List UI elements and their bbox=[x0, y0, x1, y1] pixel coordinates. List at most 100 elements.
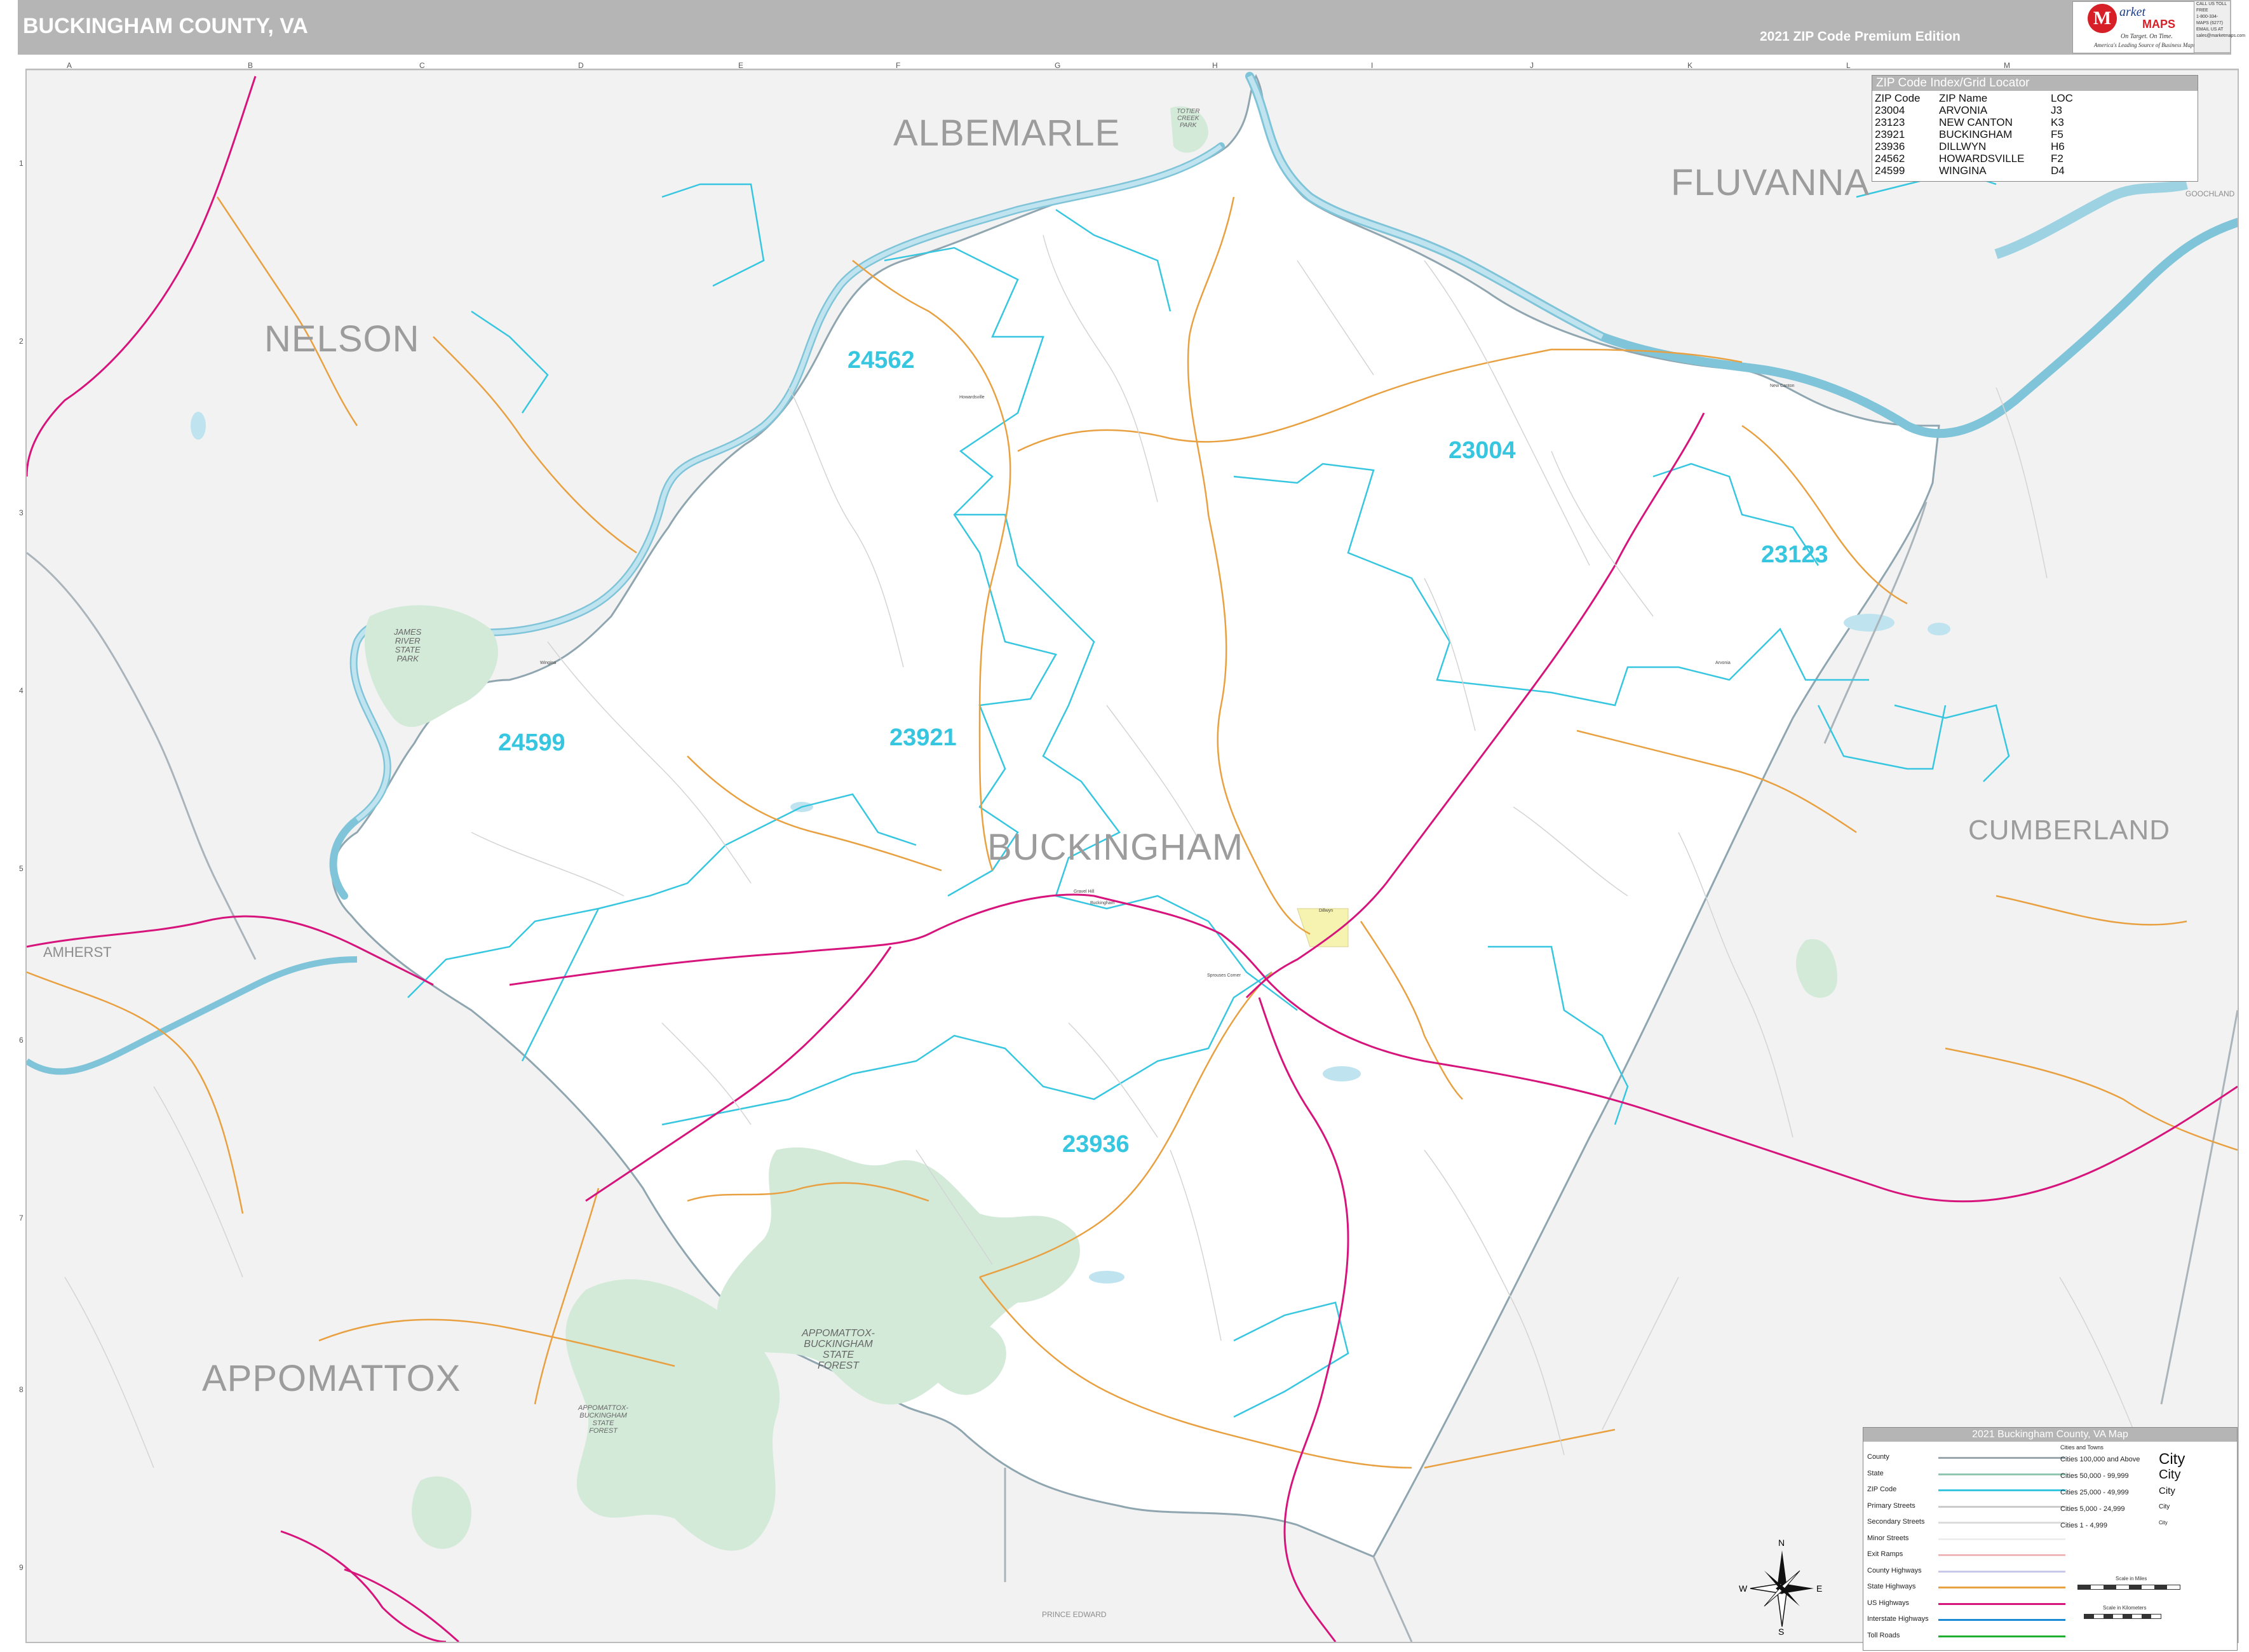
lake-1 bbox=[1844, 614, 1894, 632]
legend-city-sample: City bbox=[2159, 1451, 2185, 1468]
legend-title: 2021 Buckingham County, VA Map bbox=[1863, 1428, 2237, 1442]
legend-item-label: County Highways bbox=[1867, 1566, 1922, 1574]
zip-index-panel: ZIP Code Index/Grid Locator ZIP Code ZIP… bbox=[1872, 75, 2198, 182]
zip-label-23004[interactable]: 23004 bbox=[1449, 437, 1516, 464]
place-arvonia: Arvonia bbox=[1715, 661, 1731, 665]
zip-label-23936[interactable]: 23936 bbox=[1062, 1131, 1130, 1158]
legend-item-swatch bbox=[1938, 1489, 2065, 1491]
zip-index-title: ZIP Code Index/Grid Locator bbox=[1872, 76, 2198, 91]
legend-item-swatch bbox=[1938, 1635, 2065, 1637]
legend-city-sample: City bbox=[2159, 1520, 2168, 1526]
legend-city-size-label: Cities 25,000 - 49,999 bbox=[2060, 1489, 2129, 1496]
river-fluvanna bbox=[1994, 179, 2188, 259]
legend-city-size-label: Cities 100,000 and Above bbox=[2060, 1456, 2140, 1463]
compass-rose: N S E W bbox=[1738, 1538, 1827, 1639]
header-bar bbox=[18, 0, 2231, 55]
logo-word: arket bbox=[2119, 5, 2146, 19]
scale-miles-label: Scale in Miles bbox=[2116, 1576, 2147, 1581]
grid-col-a: A bbox=[67, 61, 72, 70]
logo-tagline: On Target. On Time. bbox=[2121, 33, 2173, 40]
border-cumberland-east bbox=[2160, 1010, 2238, 1405]
table-row[interactable]: 24562 HOWARDSVILLE F2 bbox=[1875, 152, 2077, 165]
legend-item-swatch bbox=[1938, 1587, 2065, 1588]
table-cell: HOWARDSVILLE bbox=[1939, 152, 2025, 165]
grid-col-j: J bbox=[1530, 61, 1534, 70]
zip-label-24599[interactable]: 24599 bbox=[498, 729, 565, 757]
table-cell: F5 bbox=[2051, 128, 2063, 140]
park-label-appomattox-forest-2: APPOMATTOX- BUCKINGHAM STATE FOREST bbox=[578, 1404, 629, 1435]
lake-4 bbox=[1089, 1271, 1124, 1283]
table-cell: ARVONIA bbox=[1939, 104, 1988, 116]
grid-col-l: L bbox=[1846, 61, 1851, 70]
legend-item-label: Interstate Highways bbox=[1867, 1615, 1929, 1623]
legend-city-sample: City bbox=[2159, 1486, 2175, 1496]
grid-col-e: E bbox=[738, 61, 744, 70]
legend-item-label: Secondary Streets bbox=[1867, 1518, 1925, 1526]
table-cell: BUCKINGHAM bbox=[1939, 128, 2013, 140]
county-label-goochland: GOOCHLAND bbox=[2185, 189, 2235, 198]
legend-item-swatch bbox=[1938, 1602, 2065, 1605]
compass-e: E bbox=[1816, 1583, 1823, 1594]
zip-index-table: ZIP Code ZIP Name LOC 23004 ARVONIA J3 2… bbox=[1875, 92, 2077, 177]
table-cell: K3 bbox=[2051, 116, 2064, 128]
lake-3 bbox=[1323, 1066, 1361, 1081]
county-label-amherst: AMHERST bbox=[43, 944, 112, 960]
contact-line: EMAIL US AT bbox=[2196, 27, 2224, 32]
county-label-buckingham: BUCKINGHAM bbox=[987, 827, 1244, 868]
legend-item-label: Toll Roads bbox=[1867, 1631, 1900, 1639]
grid-row-4: 4 bbox=[19, 686, 24, 695]
park-small-2 bbox=[1796, 939, 1837, 998]
compass-w: W bbox=[1739, 1583, 1748, 1594]
legend-item-label: US Highways bbox=[1867, 1599, 1910, 1607]
legend-item-swatch bbox=[1938, 1457, 2065, 1459]
contact-line: sales@marketmaps.com bbox=[2196, 34, 2246, 38]
logo-icon: M bbox=[2088, 4, 2117, 33]
table-row[interactable]: 24599 WINGINA D4 bbox=[1875, 165, 2077, 177]
park-label-appomattox-forest: APPOMATTOX- BUCKINGHAM STATE FOREST bbox=[802, 1328, 875, 1371]
scale-km-label: Scale in Kilometers bbox=[2103, 1605, 2147, 1611]
scale-bar: Scale in Miles Scale in Kilometers bbox=[2071, 1576, 2198, 1633]
legend-item-label: State Highways bbox=[1867, 1583, 1916, 1590]
compass-icon bbox=[1750, 1550, 1814, 1627]
table-row[interactable]: 23004 ARVONIA J3 bbox=[1875, 104, 2077, 116]
table-cell: NEW CANTON bbox=[1939, 116, 2013, 128]
place-dillwyn: Dillwyn bbox=[1319, 909, 1334, 913]
zip-label-23921[interactable]: 23921 bbox=[889, 724, 957, 752]
legend-item-swatch bbox=[1938, 1522, 2065, 1524]
grid-row-6: 6 bbox=[19, 1036, 24, 1045]
county-label-cumberland: CUMBERLAND bbox=[1968, 815, 2171, 846]
table-cell: 23936 bbox=[1875, 140, 1905, 152]
place-howardsville: Howardsville bbox=[959, 395, 985, 400]
compass-s: S bbox=[1778, 1627, 1785, 1637]
compass-n: N bbox=[1778, 1538, 1785, 1548]
legend-city-sample: City bbox=[2159, 1503, 2170, 1510]
legend-item-label: Exit Ramps bbox=[1867, 1550, 1903, 1558]
column-header: ZIP Name bbox=[1939, 92, 1988, 104]
table-row[interactable]: 23921 BUCKINGHAM F5 bbox=[1875, 128, 2077, 140]
legend-item-label: County bbox=[1867, 1453, 1889, 1461]
table-cell: D4 bbox=[2051, 165, 2065, 177]
edition-label: 2021 ZIP Code Premium Edition bbox=[1760, 29, 1961, 44]
logo-tagline-2: America's Leading Source of Business Map… bbox=[2094, 42, 2196, 48]
table-row[interactable]: 23936 DILLWYN H6 bbox=[1875, 140, 2077, 152]
border-nelson-amherst bbox=[27, 552, 257, 960]
lake-5 bbox=[191, 412, 206, 440]
table-row[interactable]: 23123 NEW CANTON K3 bbox=[1875, 116, 2077, 128]
place-wingina: Wingina bbox=[540, 661, 557, 665]
legend-item-swatch bbox=[1938, 1554, 2065, 1556]
county-label-albemarle: ALBEMARLE bbox=[893, 112, 1121, 154]
column-header: ZIP Code bbox=[1875, 92, 1921, 104]
grid-row-7: 7 bbox=[19, 1214, 24, 1222]
table-cell: H6 bbox=[2051, 140, 2065, 152]
map-title: BUCKINGHAM COUNTY, VA bbox=[23, 14, 308, 38]
table-cell: F2 bbox=[2051, 152, 2063, 165]
legend-city-size-label: Cities 50,000 - 99,999 bbox=[2060, 1472, 2129, 1480]
grid-row-9: 9 bbox=[19, 1563, 24, 1572]
grid-row-5: 5 bbox=[19, 864, 24, 873]
zip-label-23123[interactable]: 23123 bbox=[1761, 541, 1828, 569]
table-cell: J3 bbox=[2051, 104, 2062, 116]
column-header: LOC bbox=[2051, 92, 2073, 104]
zip-label-24562[interactable]: 24562 bbox=[848, 347, 915, 374]
legend-city-sample: City bbox=[2159, 1468, 2181, 1482]
place-new-canton: New Canton bbox=[1770, 384, 1795, 388]
